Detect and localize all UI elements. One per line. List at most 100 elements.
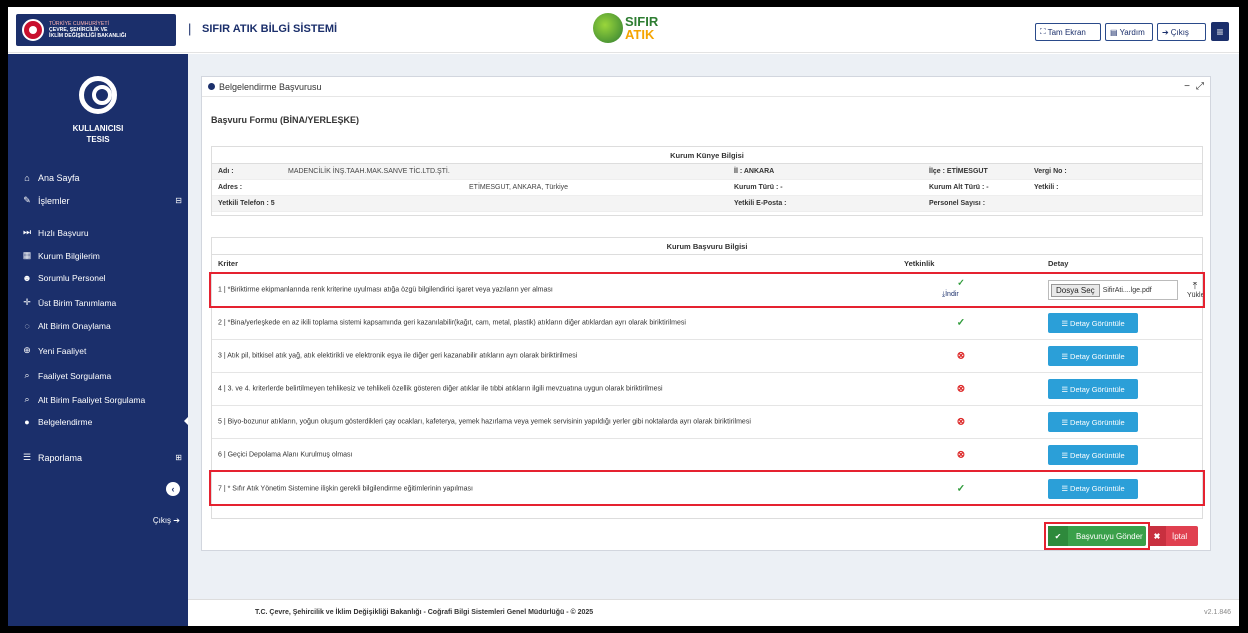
user-avatar-icon: [79, 76, 117, 114]
sidebar-logout-link[interactable]: Çıkış ➔: [153, 516, 180, 525]
close-icon: ✖: [1148, 526, 1166, 546]
table-row: 5 | Biyo-bozunur atıkların, yoğun oluşum…: [212, 406, 1202, 439]
help-button[interactable]: ▤ Yardım: [1105, 23, 1153, 41]
circle-check-icon: ◌: [24, 321, 30, 331]
check-icon: ✔: [1048, 526, 1068, 546]
sidebar-item-faaliyet-sorgulama[interactable]: ⌕ Faaliyet Sorgulama: [8, 370, 188, 381]
sidebar-item-ana-sayfa[interactable]: ⌂ Ana Sayfa: [14, 173, 194, 183]
seal-icon: [22, 19, 44, 41]
list-icon: ☰: [1061, 450, 1069, 460]
highlight-row-7: [209, 470, 1205, 506]
panel-header: Belgelendirme Başvurusu − ⤢: [202, 77, 1210, 97]
detail-button[interactable]: ☰ Detay Görüntüle: [1048, 313, 1138, 333]
version-label: v2.1.846: [1204, 609, 1231, 616]
sidebar-item-hizli-basvuru[interactable]: ⏭ Hızlı Başvuru: [8, 227, 188, 238]
logout-label: Çıkış: [1170, 27, 1189, 37]
sidebar-item-ust-birim[interactable]: ✛ Üst Birim Tanımlama: [8, 297, 188, 308]
sidebar-item-kurum-bilgilerim[interactable]: ▦ Kurum Bilgilerim: [8, 250, 188, 261]
sidebar: KULLANICISI TESIS ⌂ Ana Sayfa ✎ İşlemler ⊟ …: [8, 54, 189, 626]
col-detay: Detay: [1048, 259, 1069, 268]
app-title: SIFIR ATIK BİLGİ SİSTEMİ: [202, 23, 338, 35]
sidebar-item-sorumlu-personel[interactable]: ☻ Sorumlu Personel: [8, 273, 188, 283]
kunye-rows: Adı : MADENCİLİK İNŞ.TAAH.MAK.SANVE TİC.…: [212, 164, 1202, 212]
logo-word-2: ATIK: [625, 27, 655, 42]
table-row: 6 | Geçici Depolama Alanı Kurulmuş olmas…: [212, 439, 1202, 472]
submit-button[interactable]: ✔ Başvuruyu Gönder: [1048, 526, 1146, 546]
ministry-logo[interactable]: TÜRKİYE CUMHURİYETİ ÇEVRE, ŞEHİRCİLİK VE…: [16, 14, 176, 46]
building-icon: ▦: [22, 250, 32, 260]
panel-title: Belgelendirme Başvurusu: [219, 81, 322, 92]
sidebar-item-alt-birim-faaliyet[interactable]: ⌕ Alt Birim Faaliyet Sorgulama: [8, 394, 188, 405]
sign-out-icon: ➔: [173, 516, 180, 525]
collapse-icon: ⊟: [175, 196, 182, 205]
list-icon: ☰: [1061, 351, 1069, 361]
expand-icon: ⊞: [175, 453, 182, 462]
detail-button[interactable]: ☰ Detay Görüntüle: [1048, 379, 1138, 399]
sidebar-item-raporlama[interactable]: ☰ Raporlama ⊞: [14, 452, 194, 463]
col-kriter: Kriter: [218, 259, 239, 268]
list-icon: ☰: [1061, 318, 1069, 328]
sidebar-item-islemler[interactable]: ✎ İşlemler ⊟: [14, 195, 194, 206]
table-header: Kriter Yetkinlik Detay: [212, 255, 1202, 273]
user-name: KULLANICISI: [72, 124, 124, 133]
detail-button[interactable]: ☰ Detay Görüntüle: [1048, 445, 1138, 465]
list-icon: ☰: [1061, 417, 1069, 427]
kunye-title: Kurum Künye Bilgisi: [212, 147, 1202, 164]
plus-circle-icon: ⊕: [23, 345, 31, 355]
dot-icon: [208, 83, 215, 90]
basvuru-title: Kurum Başvuru Bilgisi: [212, 238, 1202, 255]
times-circle-icon: ⊗: [956, 350, 966, 362]
title-separator: |: [188, 21, 192, 36]
logout-top-button[interactable]: ➔ Çıkış: [1157, 23, 1206, 41]
home-icon: ⌂: [24, 173, 30, 183]
maximize-icon[interactable]: ⤢: [1196, 81, 1204, 92]
table-row: 2 | *Bina/yerleşkede en az ikili toplama…: [212, 307, 1202, 340]
belgelendirme-panel: Belgelendirme Başvurusu − ⤢ Başvuru Formu…: [201, 76, 1211, 551]
sidebar-item-belgelendirme[interactable]: ● Belgelendirme: [8, 417, 188, 427]
app-window: TÜRKİYE CUMHURİYETİ ÇEVRE, ŞEHİRCİLİK VE…: [8, 7, 1239, 626]
fullscreen-button[interactable]: ⛶ Tam Ekran: [1035, 23, 1101, 41]
form-title: Başvuru Formu (BİNA/YERLEŞKE): [211, 115, 360, 125]
times-circle-icon: ⊗: [956, 416, 966, 428]
col-yetkinlik: Yetkinlik: [904, 259, 935, 268]
kunye-table: Kurum Künye Bilgisi Adı : MADENCİLİK İNŞ…: [211, 146, 1203, 216]
arrows-icon: ✛: [23, 297, 31, 307]
sidebar-item-yeni-faaliyet[interactable]: ⊕ Yeni Faaliyet: [8, 345, 188, 356]
dot-icon: ●: [24, 417, 30, 427]
table-row: 3 | Atık pil, bitkisel atık yağ, atık el…: [212, 340, 1202, 373]
globe-icon: [593, 13, 623, 43]
table-row: 4 | 3. ve 4. kriterlerde belirtilmeyen t…: [212, 373, 1202, 406]
table-row: Adres : ETİMESGUT, ANKARA, Türkiye Kurum…: [212, 180, 1202, 196]
search-icon: ⌕: [24, 394, 30, 404]
fast-forward-icon: ⏭: [22, 227, 32, 237]
expand-icon: ⛶: [1040, 27, 1046, 36]
list-icon: ☰: [22, 452, 32, 462]
sidebar-collapse-icon[interactable]: ‹: [166, 482, 180, 496]
user-role: TESIS: [86, 135, 110, 144]
edit-icon: ✎: [23, 195, 31, 205]
times-circle-icon: ⊗: [956, 383, 966, 395]
top-bar: TÜRKİYE CUMHURİYETİ ÇEVRE, ŞEHİRCİLİK VE…: [8, 7, 1239, 53]
help-label: Yardım: [1119, 27, 1145, 37]
minimize-icon[interactable]: −: [1184, 81, 1190, 92]
list-icon: ☰: [1061, 384, 1069, 394]
main-content: Belgelendirme Başvurusu − ⤢ Başvuru Formu…: [188, 54, 1239, 626]
users-icon: ☻: [22, 273, 32, 283]
hamburger-menu-icon[interactable]: ≡: [1211, 22, 1229, 41]
detail-button[interactable]: ☰ Detay Görüntüle: [1048, 412, 1138, 432]
table-row: Adı : MADENCİLİK İNŞ.TAAH.MAK.SANVE TİC.…: [212, 164, 1202, 180]
logo-line-3: İKLİM DEĞİŞİKLİĞİ BAKANLIĞI: [49, 33, 127, 39]
footer-text: T.C. Çevre, Şehircilik ve İklim Değişikl…: [255, 609, 594, 616]
fullscreen-label: Tam Ekran: [1047, 27, 1086, 37]
footer: T.C. Çevre, Şehircilik ve İklim Değişikl…: [188, 599, 1239, 626]
times-circle-icon: ⊗: [956, 449, 966, 461]
sidebar-item-alt-birim-onaylama[interactable]: ◌ Alt Birim Onaylama: [8, 321, 188, 331]
highlight-row-1: [209, 272, 1205, 308]
cancel-button[interactable]: ✖ İptal: [1148, 526, 1198, 546]
search-icon: ⌕: [24, 370, 30, 380]
table-row: Yetkili Telefon : 5 Yetkili E-Posta : Pe…: [212, 196, 1202, 212]
detail-button[interactable]: ☰ Detay Görüntüle: [1048, 346, 1138, 366]
sifir-atik-logo: SIFIR ATIK: [593, 13, 658, 43]
sign-out-icon: ➔: [1162, 27, 1169, 37]
book-icon: ▤: [1110, 27, 1118, 37]
